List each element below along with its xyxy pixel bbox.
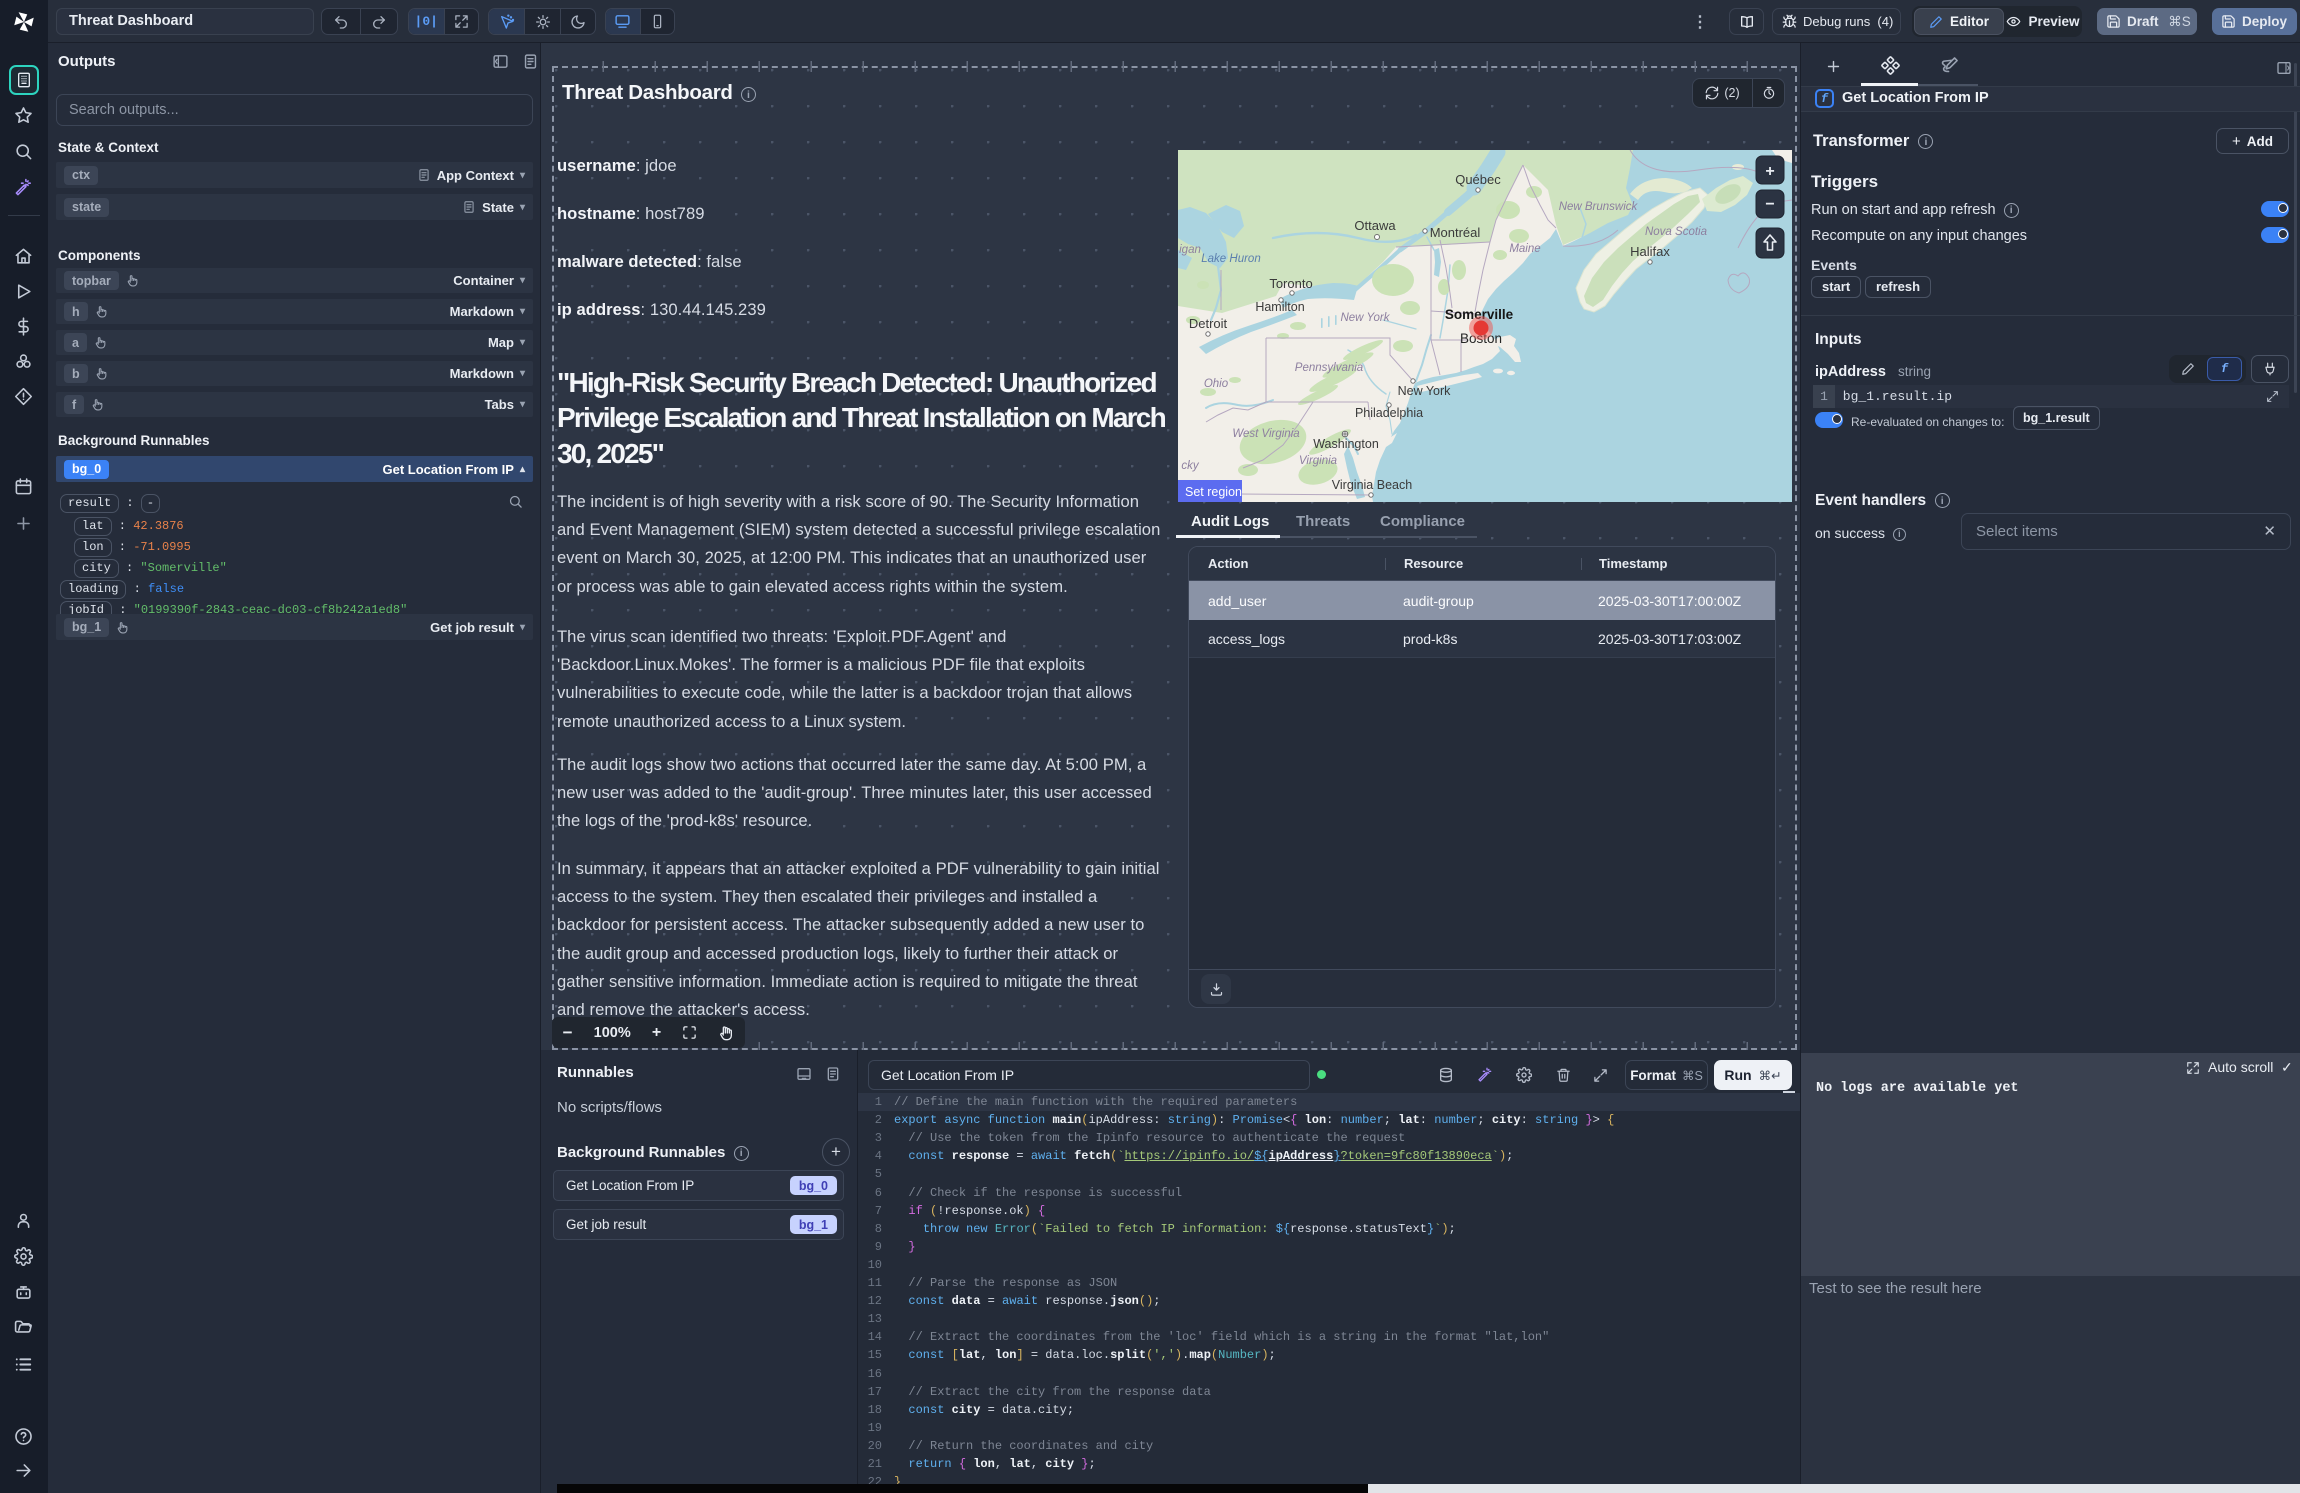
svg-text:+: + xyxy=(1765,163,1774,180)
svg-text:Québec: Québec xyxy=(1455,172,1501,187)
svg-text:Virginia Beach: Virginia Beach xyxy=(1332,478,1412,492)
svg-text:Ottawa: Ottawa xyxy=(1354,218,1396,233)
svg-text:Set region: Set region xyxy=(1185,485,1242,499)
svg-text:New York: New York xyxy=(1398,384,1452,398)
svg-text:Nova Scotia: Nova Scotia xyxy=(1645,226,1707,238)
svg-text:Montréal: Montréal xyxy=(1430,225,1481,240)
svg-text:Detroit: Detroit xyxy=(1189,316,1228,331)
svg-text:Halifax: Halifax xyxy=(1630,244,1670,259)
svg-text:igan: igan xyxy=(1179,244,1201,256)
svg-text:New York: New York xyxy=(1340,312,1390,324)
svg-text:cky: cky xyxy=(1181,460,1200,472)
svg-text:Lake Huron: Lake Huron xyxy=(1201,253,1260,265)
svg-text:Pennsylvania: Pennsylvania xyxy=(1295,362,1363,374)
svg-text:Maine: Maine xyxy=(1509,243,1540,255)
svg-text:West Virginia: West Virginia xyxy=(1232,428,1299,440)
svg-text:New Brunswick: New Brunswick xyxy=(1559,201,1639,213)
svg-text:Ohio: Ohio xyxy=(1204,378,1229,390)
svg-text:−: − xyxy=(1765,196,1774,213)
svg-text:Philadelphia: Philadelphia xyxy=(1355,406,1423,420)
svg-text:Washington: Washington xyxy=(1313,437,1379,451)
svg-text:Virginia: Virginia xyxy=(1299,455,1337,467)
svg-text:Toronto: Toronto xyxy=(1269,276,1312,291)
